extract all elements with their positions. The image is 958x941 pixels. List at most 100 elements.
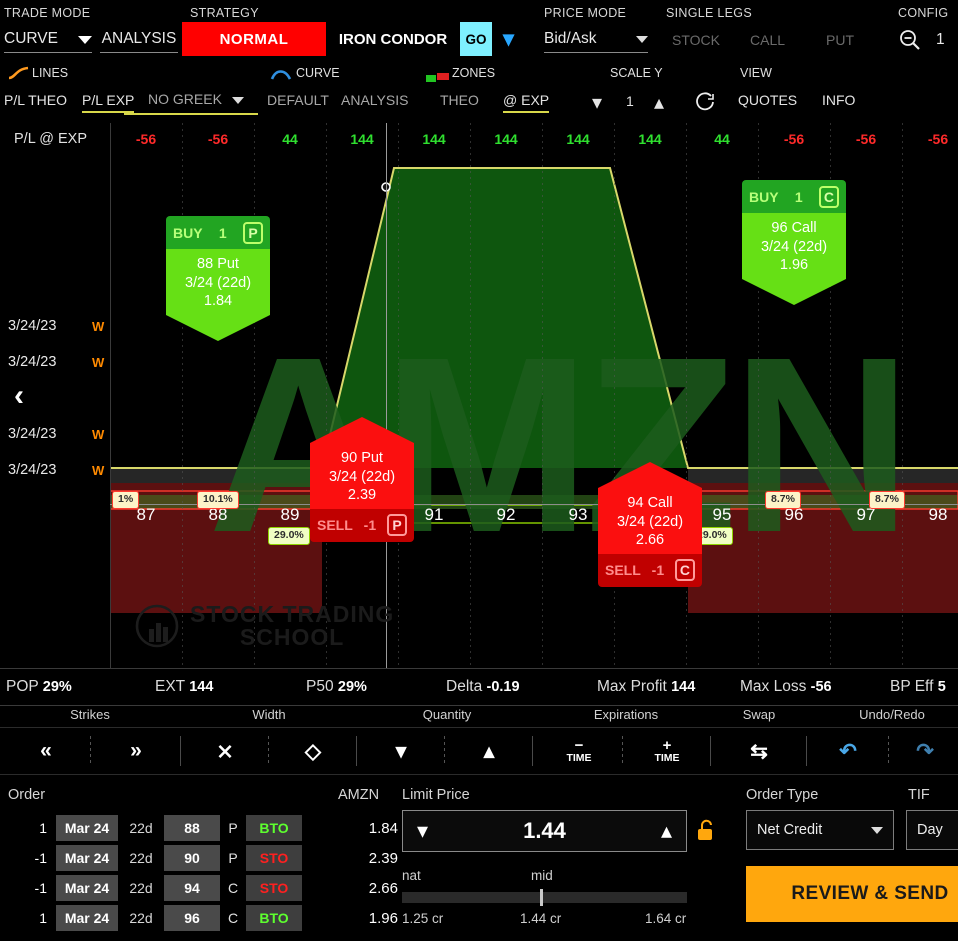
leg-expiration[interactable]: Mar 24: [56, 845, 118, 871]
price-mode-select[interactable]: Bid/Ask: [544, 30, 648, 53]
pl-chart[interactable]: AMZN P/L @ EXP -56 -56 44 144 144 144 14…: [0, 123, 958, 668]
leg-strike[interactable]: 94: [164, 875, 220, 901]
go-button[interactable]: GO: [460, 22, 492, 56]
previous-expirations-button[interactable]: ‹: [14, 379, 24, 413]
leg-marker-buy-put[interactable]: BUY 1 P 88 Put 3/24 (22d) 1.84: [166, 216, 270, 341]
strategy-normal-button[interactable]: NORMAL: [182, 22, 326, 56]
strike-label[interactable]: 91: [408, 505, 460, 525]
pl-value: 44: [282, 131, 298, 147]
view-label: VIEW: [740, 66, 772, 80]
order-leg-row[interactable]: -1 Mar 24 22d 90 P STO 2.39: [8, 845, 398, 871]
leg-action[interactable]: BTO: [246, 905, 302, 931]
strike-label[interactable]: 98: [912, 505, 958, 525]
strike-label[interactable]: 95: [696, 505, 748, 525]
leg-quantity[interactable]: -1: [8, 880, 56, 896]
expiration-decrease-button[interactable]: − TIME: [540, 728, 618, 774]
swap-button[interactable]: ⇆: [716, 728, 802, 774]
single-leg-put[interactable]: PUT: [826, 32, 854, 48]
pl-row-title: P/L @ EXP: [14, 131, 88, 147]
width-narrow-button[interactable]: ⨯: [186, 728, 264, 774]
curve-analysis-tab[interactable]: ANALYSIS: [341, 92, 408, 108]
tif-select[interactable]: Day: [906, 810, 958, 850]
zones-at-exp-tab[interactable]: @ EXP: [503, 92, 550, 113]
undo-button[interactable]: ↶: [812, 728, 884, 774]
leg-quantity[interactable]: 1: [8, 910, 56, 926]
scale-y-decrease-button[interactable]: ▾: [592, 90, 602, 115]
price-slider-track[interactable]: [402, 892, 687, 903]
leg-action[interactable]: BTO: [246, 815, 302, 841]
leg-quantity[interactable]: -1: [8, 850, 56, 866]
lines-label: LINES: [32, 66, 69, 80]
marker-body: 88 Put 3/24 (22d) 1.84: [166, 249, 270, 315]
chevron-down-icon: [636, 36, 648, 43]
reset-scale-icon[interactable]: [694, 90, 716, 112]
strikes-up-button[interactable]: »: [96, 728, 176, 774]
limit-price-value[interactable]: 1.44: [523, 818, 566, 844]
limit-decrease-icon[interactable]: ▾: [417, 818, 428, 844]
strike-label[interactable]: 93: [552, 505, 604, 525]
leg-expiration[interactable]: Mar 24: [56, 905, 118, 931]
scale-y-increase-button[interactable]: ▴: [654, 90, 664, 115]
probability-badge[interactable]: 8.7%: [869, 491, 905, 509]
leg-strike[interactable]: 90: [164, 845, 220, 871]
probability-badge[interactable]: 10.1%: [197, 491, 239, 509]
width-widen-button[interactable]: ◇: [274, 728, 352, 774]
weekly-tag: W: [92, 355, 105, 370]
expiration-increase-button[interactable]: + TIME: [628, 728, 706, 774]
weekly-tag: W: [92, 463, 105, 478]
marker-contract: 90 Put: [341, 450, 383, 466]
strikes-down-button[interactable]: «: [6, 728, 86, 774]
review-and-send-button[interactable]: REVIEW & SEND: [746, 866, 958, 922]
quantity-decrease-button[interactable]: ▾: [362, 728, 440, 774]
leg-expiration[interactable]: Mar 24: [56, 815, 118, 841]
order-leg-row[interactable]: 1 Mar 24 22d 96 C BTO 1.96: [8, 905, 398, 931]
leg-expiration[interactable]: Mar 24: [56, 875, 118, 901]
stat-pop: POP 29%: [6, 678, 72, 696]
strike-label[interactable]: 89: [264, 505, 316, 525]
leg-marker-sell-put[interactable]: 90 Put 3/24 (22d) 2.39 SELL -1 P: [310, 417, 414, 542]
quantity-increase-button[interactable]: ▴: [450, 728, 528, 774]
group-label-undo-redo: Undo/Redo: [859, 707, 925, 722]
probability-badge[interactable]: 8.7%: [765, 491, 801, 509]
leg-action[interactable]: STO: [246, 845, 302, 871]
redo-button[interactable]: ↷: [894, 728, 956, 774]
probability-badge[interactable]: 1%: [112, 491, 140, 509]
leg-strike[interactable]: 88: [164, 815, 220, 841]
view-quotes-tab[interactable]: QUOTES: [738, 92, 797, 108]
price-slider-thumb[interactable]: [540, 889, 543, 906]
leg-quantity[interactable]: 1: [8, 820, 56, 836]
leg-marker-buy-call[interactable]: BUY 1 C 96 Call 3/24 (22d) 1.96: [742, 180, 846, 305]
marker-price: 1.96: [779, 257, 809, 274]
greek-select[interactable]: NO GREEK: [148, 91, 244, 107]
leg-strike[interactable]: 96: [164, 905, 220, 931]
single-leg-call[interactable]: CALL: [750, 32, 785, 48]
order-type-label: Order Type: [746, 787, 819, 803]
limit-price-stepper[interactable]: ▾ 1.44 ▴: [402, 810, 687, 852]
strategy-name-button[interactable]: IRON CONDOR: [330, 22, 456, 56]
leg-marker-sell-call[interactable]: 94 Call 3/24 (22d) 2.66 SELL -1 C: [598, 462, 702, 587]
pl-value: 144: [494, 131, 518, 147]
probability-badge[interactable]: 29.0%: [268, 527, 310, 545]
marker-expiry: 3/24 (22d): [328, 468, 396, 485]
order-leg-row[interactable]: -1 Mar 24 22d 94 C STO 2.66: [8, 875, 398, 901]
zones-theo-tab[interactable]: THEO: [440, 92, 479, 108]
order-leg-row[interactable]: 1 Mar 24 22d 88 P BTO 1.84: [8, 815, 398, 841]
single-leg-stock[interactable]: STOCK: [672, 32, 720, 48]
minus-sign: −: [574, 737, 584, 755]
pl-value: -56: [207, 131, 229, 147]
trade-mode-select[interactable]: CURVE: [4, 30, 92, 53]
pl-exp-tab[interactable]: P/L EXP: [82, 92, 135, 113]
strategy-dropdown-icon[interactable]: ▾: [503, 26, 514, 52]
lock-open-icon[interactable]: [695, 819, 715, 843]
analysis-tab[interactable]: ANALYSIS: [100, 30, 178, 53]
pl-value: 44: [714, 131, 730, 147]
view-info-tab[interactable]: INFO: [822, 92, 855, 108]
pl-theo-tab[interactable]: P/L THEO: [4, 92, 67, 108]
strike-label[interactable]: 92: [480, 505, 532, 525]
limit-increase-icon[interactable]: ▴: [661, 818, 672, 844]
leg-action[interactable]: STO: [246, 875, 302, 901]
pl-value: 144: [638, 131, 662, 147]
curve-default-tab[interactable]: DEFAULT: [267, 92, 329, 108]
zoom-out-icon[interactable]: [898, 28, 922, 52]
order-type-select[interactable]: Net Credit: [746, 810, 894, 850]
